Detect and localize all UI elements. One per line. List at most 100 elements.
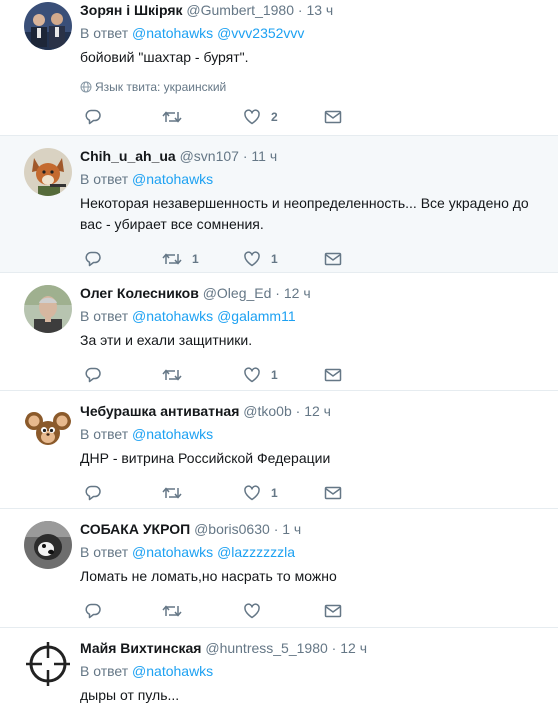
tweet-actions: 1 [80, 483, 558, 503]
avatar[interactable] [24, 403, 72, 451]
like-count: 1 [271, 368, 278, 382]
author-name[interactable]: Чебурашка антиватная [80, 403, 239, 419]
tweet[interactable]: Чебурашка антиватная @tko0b · 12 ч В отв… [0, 391, 558, 509]
reply-button[interactable] [84, 483, 102, 503]
tweet-text: ДНР - витрина Российской Федерации [80, 450, 331, 466]
like-icon [244, 367, 260, 383]
separator-dot: · [297, 2, 303, 18]
reply-icon [85, 485, 101, 501]
language-label: Язык твита: украинский [95, 80, 227, 94]
author-name[interactable]: Майя Вихтинская [80, 640, 201, 656]
retweet-button[interactable] [162, 601, 192, 621]
author-name[interactable]: Зорян і Шкіряк [80, 2, 183, 18]
reply-prefix: В ответ [80, 426, 129, 442]
like-button[interactable]: 1 [243, 365, 278, 385]
avatar[interactable] [24, 148, 72, 196]
direct-message-button[interactable] [324, 601, 342, 621]
mention-link[interactable]: @natohawks [132, 171, 213, 187]
direct-message-icon [324, 110, 342, 124]
reply-context: В ответ @natohawks @lazzzzzzla [80, 542, 558, 562]
like-button[interactable] [243, 601, 271, 621]
timestamp[interactable]: 12 ч [304, 403, 331, 419]
author-name[interactable]: Олег Колесников [80, 285, 199, 301]
tweet-text: За эти и ехали защитники. [80, 332, 253, 348]
reply-button[interactable] [84, 365, 102, 385]
retweet-button[interactable] [162, 107, 192, 127]
avatar[interactable] [24, 2, 72, 50]
tweet-actions: 2 [80, 107, 558, 127]
direct-message-icon [324, 368, 342, 382]
tweet[interactable]: Майя Вихтинская @huntress_5_1980 · 12 ч … [0, 628, 558, 712]
retweet-icon [162, 605, 182, 617]
reply-context: В ответ @natohawks [80, 169, 558, 189]
author-handle[interactable]: @svn107 [180, 148, 239, 164]
author-handle[interactable]: @Gumbert_1980 [186, 2, 294, 18]
mention-link[interactable]: @natohawks [132, 663, 213, 679]
tweet[interactable]: Олег Колесников @Oleg_Ed · 12 ч В ответ … [0, 273, 558, 391]
tweet-actions [80, 601, 558, 621]
author-handle[interactable]: @boris0630 [194, 521, 270, 537]
reply-context: В ответ @natohawks [80, 661, 558, 681]
like-icon [244, 251, 260, 267]
direct-message-button[interactable] [324, 107, 342, 127]
retweet-icon [162, 111, 182, 123]
reply-button[interactable] [84, 601, 102, 621]
timestamp[interactable]: 1 ч [282, 521, 301, 537]
separator-dot: · [242, 148, 248, 164]
reply-context: В ответ @natohawks @galamm11 [80, 306, 558, 326]
globe-icon [80, 81, 92, 93]
retweet-button[interactable]: 1 [162, 249, 199, 269]
timestamp[interactable]: 13 ч [306, 2, 333, 18]
reply-icon [85, 603, 101, 619]
reply-prefix: В ответ [80, 308, 129, 324]
like-count: 1 [271, 486, 278, 500]
retweet-button[interactable] [162, 483, 192, 503]
author-handle[interactable]: @tko0b [243, 403, 291, 419]
mention-link[interactable]: @natohawks [132, 25, 213, 41]
direct-message-icon [324, 486, 342, 500]
author-name[interactable]: Chih_u_ah_ua [80, 148, 176, 164]
tweet-actions: 1 1 [80, 249, 558, 269]
mention-link[interactable]: @vvv2352vvv [217, 25, 304, 41]
avatar[interactable] [24, 285, 72, 333]
like-icon [244, 485, 260, 501]
retweet-icon [162, 253, 182, 265]
tweet-actions: 1 [80, 365, 558, 385]
author-handle[interactable]: @Oleg_Ed [203, 285, 272, 301]
tweet[interactable]: Зорян і Шкіряк @Gumbert_1980 · 13 ч В от… [0, 0, 558, 136]
like-icon [244, 109, 260, 125]
tweet-language: Язык твита: украинский [80, 79, 558, 95]
direct-message-button[interactable] [324, 249, 342, 269]
tweet-text: бойовий "шахтар - бурят". [80, 49, 249, 65]
timestamp[interactable]: 12 ч [284, 285, 311, 301]
reply-icon [85, 251, 101, 267]
direct-message-icon [324, 604, 342, 618]
like-button[interactable]: 2 [243, 107, 278, 127]
tweet[interactable]: СОБАКА УКРОП @boris0630 · 1 ч В ответ @n… [0, 509, 558, 628]
like-button[interactable]: 1 [243, 249, 278, 269]
mention-link[interactable]: @galamm11 [217, 308, 296, 324]
timestamp[interactable]: 12 ч [340, 640, 367, 656]
reply-context: В ответ @natohawks [80, 424, 558, 444]
reply-button[interactable] [84, 249, 102, 269]
direct-message-button[interactable] [324, 483, 342, 503]
separator-dot: · [295, 403, 301, 419]
direct-message-icon [324, 252, 342, 266]
like-button[interactable]: 1 [243, 483, 278, 503]
direct-message-button[interactable] [324, 365, 342, 385]
retweet-icon [162, 487, 182, 499]
tweet[interactable]: Chih_u_ah_ua @svn107 · 11 ч В ответ @nat… [0, 136, 558, 273]
timestamp[interactable]: 11 ч [251, 148, 277, 164]
reply-prefix: В ответ [80, 544, 129, 560]
mention-link[interactable]: @natohawks [132, 426, 213, 442]
author-name[interactable]: СОБАКА УКРОП [80, 521, 190, 537]
mention-link[interactable]: @natohawks [132, 544, 213, 560]
author-handle[interactable]: @huntress_5_1980 [205, 640, 327, 656]
mention-link[interactable]: @lazzzzzzla [217, 544, 295, 560]
separator-dot: · [331, 640, 337, 656]
avatar[interactable] [24, 521, 72, 569]
mention-link[interactable]: @natohawks [132, 308, 213, 324]
retweet-button[interactable] [162, 365, 192, 385]
avatar[interactable] [24, 640, 72, 688]
reply-button[interactable] [84, 107, 102, 127]
